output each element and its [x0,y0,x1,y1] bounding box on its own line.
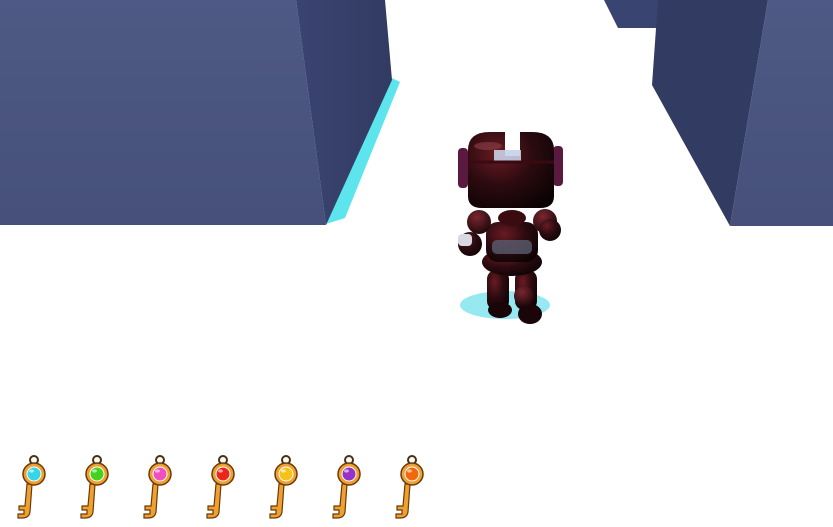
key-gem [278,466,294,482]
cyan-key-icon [12,454,56,524]
key-gem [404,466,420,482]
robot-player [458,130,563,324]
key-gem [215,466,231,482]
yellow-key-icon [264,454,308,524]
key-gem [26,466,42,482]
purple-key-icon [327,454,371,524]
key-gem [341,466,357,482]
robot-head [458,130,563,208]
red-key-icon [201,454,245,524]
key-gem [152,466,168,482]
green-key-icon [75,454,119,524]
game-viewport[interactable] [0,0,833,527]
key-gem [89,466,105,482]
pink-key-icon [138,454,182,524]
orange-key-icon [390,454,434,524]
robot-torso [482,210,542,276]
collected-keys-bar [12,454,432,526]
